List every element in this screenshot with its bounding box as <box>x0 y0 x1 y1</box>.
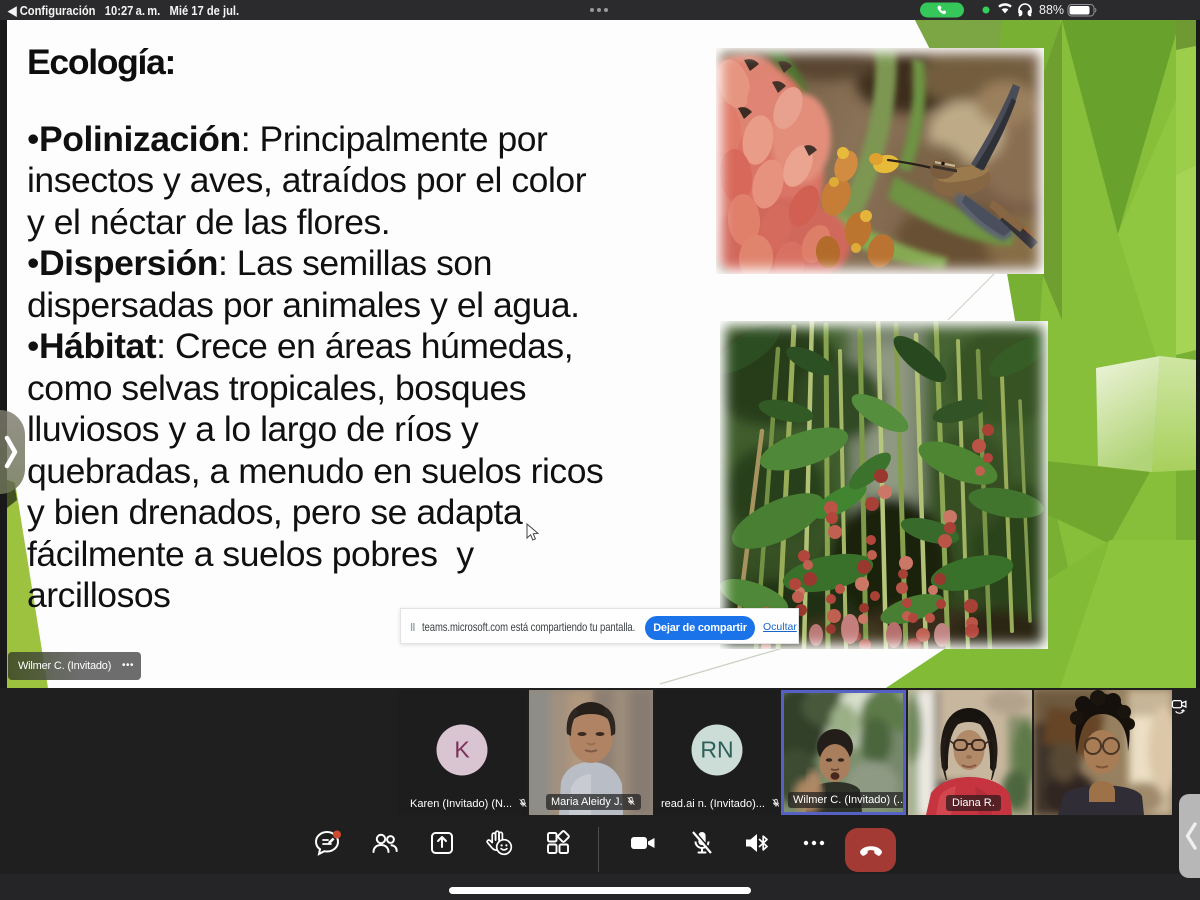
svg-text:88%: 88% <box>1039 3 1064 17</box>
